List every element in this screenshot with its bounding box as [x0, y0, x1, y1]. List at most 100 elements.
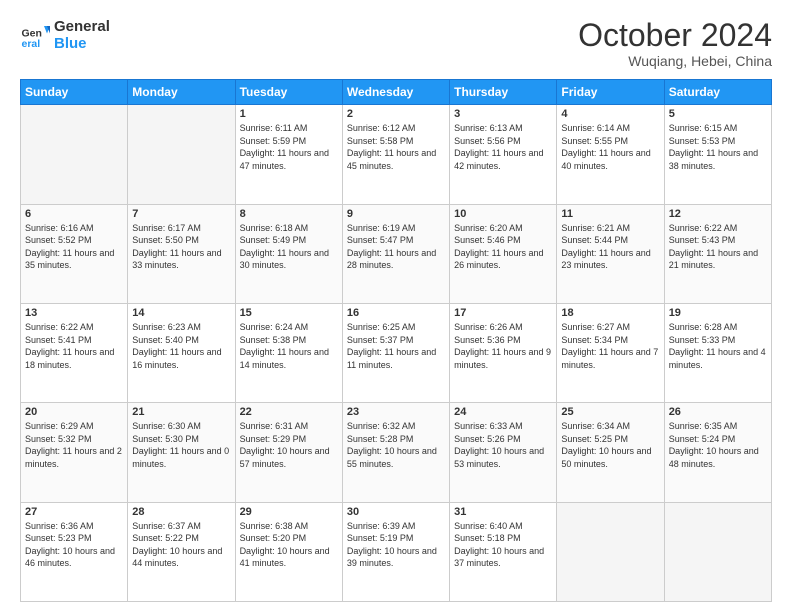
day-info: Sunrise: 6:33 AMSunset: 5:26 PMDaylight:…	[454, 420, 552, 470]
day-number: 4	[561, 108, 659, 120]
day-number: 18	[561, 307, 659, 319]
weekday-header: Tuesday	[235, 80, 342, 105]
calendar-cell: 21 Sunrise: 6:30 AMSunset: 5:30 PMDayligh…	[128, 403, 235, 502]
day-number: 11	[561, 208, 659, 220]
day-number: 20	[25, 406, 123, 418]
day-info: Sunrise: 6:16 AMSunset: 5:52 PMDaylight:…	[25, 222, 123, 272]
day-number: 5	[669, 108, 767, 120]
calendar-week-row: 1 Sunrise: 6:11 AMSunset: 5:59 PMDaylight…	[21, 105, 772, 204]
day-info: Sunrise: 6:20 AMSunset: 5:46 PMDaylight:…	[454, 222, 552, 272]
svg-text:eral: eral	[22, 38, 41, 50]
day-number: 10	[454, 208, 552, 220]
day-number: 30	[347, 506, 445, 518]
day-info: Sunrise: 6:35 AMSunset: 5:24 PMDaylight:…	[669, 420, 767, 470]
calendar-cell: 14 Sunrise: 6:23 AMSunset: 5:40 PMDayligh…	[128, 303, 235, 402]
day-info: Sunrise: 6:13 AMSunset: 5:56 PMDaylight:…	[454, 122, 552, 172]
calendar-cell: 7 Sunrise: 6:17 AMSunset: 5:50 PMDaylight…	[128, 204, 235, 303]
day-info: Sunrise: 6:23 AMSunset: 5:40 PMDaylight:…	[132, 321, 230, 371]
calendar-cell: 24 Sunrise: 6:33 AMSunset: 5:26 PMDayligh…	[450, 403, 557, 502]
day-number: 31	[454, 506, 552, 518]
logo-general: General	[54, 18, 110, 35]
header: Gen eral General Blue October 2024 Wuqia…	[20, 18, 772, 69]
day-number: 21	[132, 406, 230, 418]
day-info: Sunrise: 6:12 AMSunset: 5:58 PMDaylight:…	[347, 122, 445, 172]
day-number: 17	[454, 307, 552, 319]
title-block: October 2024 Wuqiang, Hebei, China	[578, 18, 772, 69]
calendar-cell: 26 Sunrise: 6:35 AMSunset: 5:24 PMDayligh…	[664, 403, 771, 502]
day-number: 25	[561, 406, 659, 418]
day-number: 7	[132, 208, 230, 220]
day-number: 24	[454, 406, 552, 418]
day-number: 15	[240, 307, 338, 319]
month-title: October 2024	[578, 18, 772, 53]
day-info: Sunrise: 6:17 AMSunset: 5:50 PMDaylight:…	[132, 222, 230, 272]
calendar-cell	[557, 502, 664, 601]
logo: Gen eral General Blue	[20, 18, 110, 52]
day-info: Sunrise: 6:36 AMSunset: 5:23 PMDaylight:…	[25, 520, 123, 570]
calendar-cell: 17Sunrise: 6:26 AMSunset: 5:36 PMDayligh…	[450, 303, 557, 402]
calendar-cell: 10 Sunrise: 6:20 AMSunset: 5:46 PMDayligh…	[450, 204, 557, 303]
day-info: Sunrise: 6:22 AMSunset: 5:43 PMDaylight:…	[669, 222, 767, 272]
calendar-cell: 13Sunrise: 6:22 AMSunset: 5:41 PMDayligh…	[21, 303, 128, 402]
calendar-cell: 27 Sunrise: 6:36 AMSunset: 5:23 PMDayligh…	[21, 502, 128, 601]
day-info: Sunrise: 6:27 AMSunset: 5:34 PMDaylight:…	[561, 321, 659, 371]
day-number: 1	[240, 108, 338, 120]
calendar-cell: 5 Sunrise: 6:15 AMSunset: 5:53 PMDaylight…	[664, 105, 771, 204]
day-info: Sunrise: 6:22 AMSunset: 5:41 PMDaylight:…	[25, 321, 123, 371]
day-number: 27	[25, 506, 123, 518]
calendar-cell: 2Sunrise: 6:12 AMSunset: 5:58 PMDaylight…	[342, 105, 449, 204]
calendar-cell	[664, 502, 771, 601]
day-info: Sunrise: 6:19 AMSunset: 5:47 PMDaylight:…	[347, 222, 445, 272]
day-info: Sunrise: 6:38 AMSunset: 5:20 PMDaylight:…	[240, 520, 338, 570]
day-info: Sunrise: 6:40 AMSunset: 5:18 PMDaylight:…	[454, 520, 552, 570]
day-number: 8	[240, 208, 338, 220]
day-number: 23	[347, 406, 445, 418]
calendar-week-row: 20Sunrise: 6:29 AMSunset: 5:32 PMDayligh…	[21, 403, 772, 502]
calendar-cell: 25Sunrise: 6:34 AMSunset: 5:25 PMDayligh…	[557, 403, 664, 502]
day-info: Sunrise: 6:15 AMSunset: 5:53 PMDaylight:…	[669, 122, 767, 172]
day-info: Sunrise: 6:18 AMSunset: 5:49 PMDaylight:…	[240, 222, 338, 272]
calendar-cell: 6 Sunrise: 6:16 AMSunset: 5:52 PMDaylight…	[21, 204, 128, 303]
calendar-cell: 12 Sunrise: 6:22 AMSunset: 5:43 PMDayligh…	[664, 204, 771, 303]
day-number: 26	[669, 406, 767, 418]
day-number: 12	[669, 208, 767, 220]
calendar-cell: 29 Sunrise: 6:38 AMSunset: 5:20 PMDayligh…	[235, 502, 342, 601]
calendar-cell: 15 Sunrise: 6:24 AMSunset: 5:38 PMDayligh…	[235, 303, 342, 402]
weekday-header: Monday	[128, 80, 235, 105]
calendar-cell: 22 Sunrise: 6:31 AMSunset: 5:29 PMDayligh…	[235, 403, 342, 502]
calendar-table: SundayMondayTuesdayWednesdayThursdayFrid…	[20, 79, 772, 602]
day-info: Sunrise: 6:21 AMSunset: 5:44 PMDaylight:…	[561, 222, 659, 272]
day-number: 6	[25, 208, 123, 220]
calendar-cell: 11 Sunrise: 6:21 AMSunset: 5:44 PMDayligh…	[557, 204, 664, 303]
calendar-cell: 18 Sunrise: 6:27 AMSunset: 5:34 PMDayligh…	[557, 303, 664, 402]
day-info: Sunrise: 6:32 AMSunset: 5:28 PMDaylight:…	[347, 420, 445, 470]
day-number: 3	[454, 108, 552, 120]
day-info: Sunrise: 6:11 AMSunset: 5:59 PMDaylight:…	[240, 122, 338, 172]
day-number: 9	[347, 208, 445, 220]
weekday-header: Friday	[557, 80, 664, 105]
day-number: 19	[669, 307, 767, 319]
day-number: 28	[132, 506, 230, 518]
day-info: Sunrise: 6:37 AMSunset: 5:22 PMDaylight:…	[132, 520, 230, 570]
calendar-cell: 28 Sunrise: 6:37 AMSunset: 5:22 PMDayligh…	[128, 502, 235, 601]
day-info: Sunrise: 6:31 AMSunset: 5:29 PMDaylight:…	[240, 420, 338, 470]
logo-icon: Gen eral	[20, 20, 50, 50]
day-number: 29	[240, 506, 338, 518]
calendar-cell: 30Sunrise: 6:39 AMSunset: 5:19 PMDayligh…	[342, 502, 449, 601]
calendar-cell: 19Sunrise: 6:28 AMSunset: 5:33 PMDayligh…	[664, 303, 771, 402]
calendar-cell: 16Sunrise: 6:25 AMSunset: 5:37 PMDayligh…	[342, 303, 449, 402]
day-number: 22	[240, 406, 338, 418]
calendar-cell: 4Sunrise: 6:14 AMSunset: 5:55 PMDaylight…	[557, 105, 664, 204]
day-info: Sunrise: 6:25 AMSunset: 5:37 PMDaylight:…	[347, 321, 445, 371]
day-info: Sunrise: 6:30 AMSunset: 5:30 PMDaylight:…	[132, 420, 230, 470]
calendar-week-row: 27 Sunrise: 6:36 AMSunset: 5:23 PMDayligh…	[21, 502, 772, 601]
weekday-header: Thursday	[450, 80, 557, 105]
calendar-header-row: SundayMondayTuesdayWednesdayThursdayFrid…	[21, 80, 772, 105]
day-info: Sunrise: 6:24 AMSunset: 5:38 PMDaylight:…	[240, 321, 338, 371]
logo-blue: Blue	[54, 35, 110, 52]
calendar-cell: 3 Sunrise: 6:13 AMSunset: 5:56 PMDaylight…	[450, 105, 557, 204]
calendar-week-row: 6 Sunrise: 6:16 AMSunset: 5:52 PMDaylight…	[21, 204, 772, 303]
day-number: 14	[132, 307, 230, 319]
calendar-cell: 1 Sunrise: 6:11 AMSunset: 5:59 PMDaylight…	[235, 105, 342, 204]
calendar-cell	[21, 105, 128, 204]
